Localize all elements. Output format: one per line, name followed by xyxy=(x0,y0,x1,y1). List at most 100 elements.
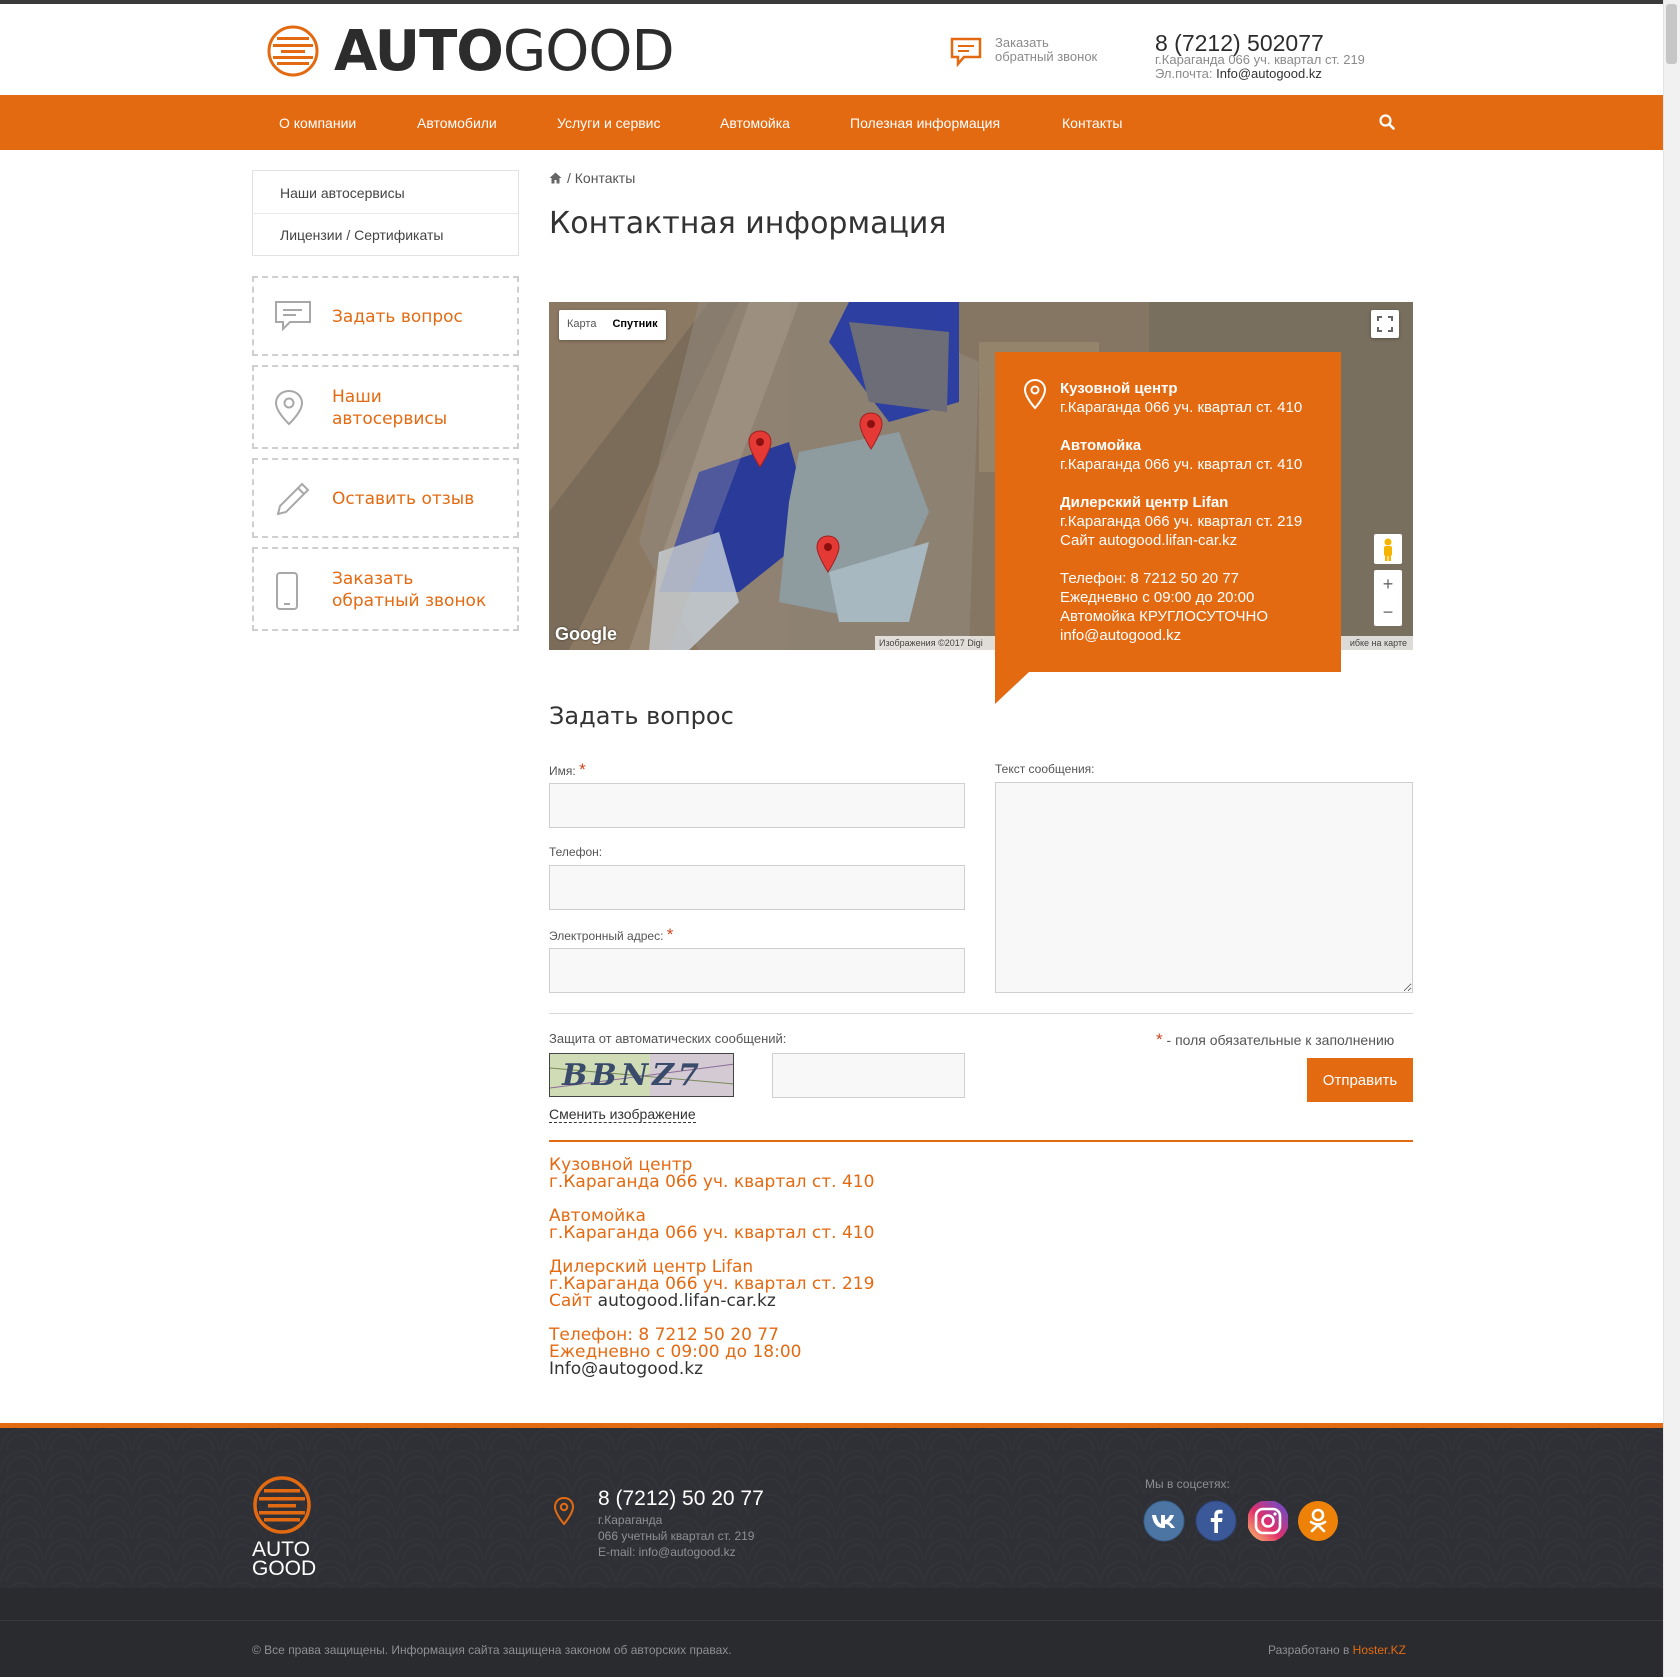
map-marker-icon[interactable] xyxy=(859,412,883,450)
facebook-icon[interactable] xyxy=(1195,1500,1237,1542)
footer-street: 066 учетный квартал ст. 219 xyxy=(598,1529,755,1543)
odnoklassniki-icon[interactable] xyxy=(1297,1500,1339,1542)
breadcrumb-separator: / xyxy=(567,170,575,186)
dealer-site-link[interactable]: autogood.lifan-car.kz xyxy=(598,1291,776,1311)
nav-item-about[interactable]: О компании xyxy=(279,115,356,131)
vk-icon[interactable] xyxy=(1143,1500,1185,1542)
sidebar-box-label: Заказать обратный звонок xyxy=(332,568,486,612)
callback-link[interactable]: Заказать обратный звонок xyxy=(995,36,1097,64)
map-type-map[interactable]: Карта xyxy=(559,310,604,340)
footer-developer: Разработано в Hoster.KZ xyxy=(1268,1643,1406,1657)
footer-logo-text[interactable]: AUTO GOOD xyxy=(252,1539,316,1579)
zoom-in-button[interactable]: + xyxy=(1374,570,1402,598)
info-email-link[interactable]: info@autogood.kz xyxy=(1060,627,1181,644)
required-star: * xyxy=(579,760,586,779)
form-title: Задать вопрос xyxy=(549,702,734,730)
sidebar-box-request-callback[interactable]: Заказать обратный звонок xyxy=(252,547,519,631)
sidebar-divider xyxy=(253,213,518,214)
info-dealer-name: Дилерский центр Lifan xyxy=(1060,494,1229,511)
map-type-satellite[interactable]: Спутник xyxy=(604,310,665,340)
map-zoom-controls: + − xyxy=(1374,570,1402,626)
sidebar-box-label-line1: Наши xyxy=(332,387,382,407)
callback-line2: обратный звонок xyxy=(995,49,1098,64)
sidebar-item-autoservices[interactable]: Наши автосервисы xyxy=(280,185,405,201)
sidebar-item-licenses[interactable]: Лицензии / Сертификаты xyxy=(280,227,443,243)
logo-icon[interactable] xyxy=(267,25,319,77)
footer-email[interactable]: E-mail: info@autogood.kz xyxy=(598,1544,754,1560)
logo-good-text: GOOD xyxy=(502,19,675,84)
info-body-center-name: Кузовной центр xyxy=(1060,380,1178,397)
sidebar-box-leave-review[interactable]: Оставить отзыв xyxy=(252,458,519,538)
sidebar-box-label: Наши автосервисы xyxy=(332,386,447,430)
email-input[interactable] xyxy=(549,948,965,993)
captcha-text: BBNZ7 xyxy=(562,1058,703,1093)
form-divider xyxy=(549,1013,1413,1014)
email-label-text: Электронный адрес: xyxy=(549,929,664,943)
breadcrumb: / Контакты xyxy=(567,170,635,186)
instagram-icon[interactable] xyxy=(1247,1500,1289,1542)
footer-logo-icon[interactable] xyxy=(252,1475,312,1535)
body-center-address: г.Караганда 066 уч. квартал ст. 410 xyxy=(549,1172,875,1192)
main-nav: О компании Автомобили Услуги и сервис Ав… xyxy=(0,95,1663,150)
home-icon[interactable] xyxy=(549,172,562,184)
required-note: * - поля обязательные к заполнению xyxy=(1156,1030,1394,1050)
captcha-label: Защита от автоматических сообщений: xyxy=(549,1031,787,1046)
location-pin-icon xyxy=(553,1496,575,1526)
phone-label: Телефон: xyxy=(549,845,603,859)
nav-item-useful-info[interactable]: Полезная информация xyxy=(850,115,1000,131)
logo-wordmark[interactable]: AUTOGOOD xyxy=(334,19,675,84)
sidebar-box-ask-question[interactable]: Задать вопрос xyxy=(252,276,519,356)
location-pin-icon xyxy=(1023,378,1047,410)
contacts-email[interactable]: Info@autogood.kz xyxy=(549,1361,801,1378)
required-star: * xyxy=(1156,1030,1163,1049)
sidebar-box-our-services[interactable]: Наши автосервисы xyxy=(252,365,519,449)
map-marker-icon[interactable] xyxy=(816,535,840,573)
zoom-out-button[interactable]: − xyxy=(1374,598,1402,626)
message-label: Текст сообщения: xyxy=(995,762,1095,776)
submit-button[interactable]: Отправить xyxy=(1307,1058,1413,1102)
top-border xyxy=(0,0,1663,4)
nav-item-services[interactable]: Услуги и сервис xyxy=(557,115,660,131)
header-address: г.Караганда 066 уч. квартал ст. 219 xyxy=(1155,52,1365,67)
fullscreen-icon[interactable] xyxy=(1371,310,1399,338)
info-phone: Телефон: 8 7212 50 20 77 xyxy=(1060,570,1239,587)
phone-input[interactable] xyxy=(549,865,965,910)
map-marker-icon[interactable] xyxy=(748,430,772,468)
footer-city: г.Караганда xyxy=(598,1513,663,1527)
map-info-card: Кузовной центр г.Караганда 066 уч. кварт… xyxy=(995,352,1341,672)
info-hours: Ежедневно с 09:00 до 20:00 xyxy=(1060,589,1255,606)
scrollbar-thumb[interactable] xyxy=(1666,4,1677,64)
info-card-tail xyxy=(995,672,1029,704)
breadcrumb-current: Контакты xyxy=(574,170,636,186)
footer-copyright: © Все права защищены. Информация сайта з… xyxy=(252,1643,732,1657)
location-pin-icon xyxy=(274,389,304,426)
developer-link[interactable]: Hoster.KZ xyxy=(1353,1643,1406,1657)
contacts-divider xyxy=(549,1140,1413,1142)
message-textarea[interactable] xyxy=(995,782,1413,993)
required-note-text: - поля обязательные к заполнению xyxy=(1162,1032,1395,1048)
captcha-input[interactable] xyxy=(772,1053,965,1098)
header-contacts: г.Караганда 066 уч. квартал ст. 219 Эл.п… xyxy=(1155,53,1365,81)
sidebar-menu: Наши автосервисы Лицензии / Сертификаты xyxy=(252,170,519,256)
captcha-image: BBNZ7 xyxy=(549,1053,734,1097)
nav-item-contacts[interactable]: Контакты xyxy=(1062,115,1122,131)
info-carwash-name: Автомойка xyxy=(1060,437,1142,454)
info-email: info@autogood.kz xyxy=(1060,626,1181,645)
search-icon[interactable] xyxy=(1378,113,1396,131)
change-captcha-link[interactable]: Сменить изображение xyxy=(549,1106,696,1123)
callback-chat-icon[interactable] xyxy=(950,37,982,67)
map-report-link[interactable]: ибке на карте xyxy=(1350,636,1407,650)
header-email[interactable]: Info@autogood.kz xyxy=(1216,66,1322,81)
contact-body-center: Кузовной центр г.Караганда 066 уч. кварт… xyxy=(549,1157,874,1191)
footer-phone[interactable]: 8 (7212) 50 20 77 xyxy=(598,1487,764,1511)
nav-item-cars[interactable]: Автомобили xyxy=(417,115,497,131)
contact-phone-hours: Телефон: 8 7212 50 20 77 Ежедневно с 09:… xyxy=(549,1327,801,1378)
nav-item-carwash[interactable]: Автомойка xyxy=(720,115,790,131)
carwash-address: г.Караганда 066 уч. квартал ст. 410 xyxy=(549,1223,875,1243)
window-scrollbar[interactable] xyxy=(1663,0,1680,1677)
contact-dealer: Дилерский центр Lifan г.Караганда 066 уч… xyxy=(549,1259,874,1310)
info-site-link[interactable]: autogood.lifan-car.kz xyxy=(1099,532,1237,549)
name-input[interactable] xyxy=(549,783,965,828)
sidebar-box-label: Задать вопрос xyxy=(332,307,463,327)
street-view-pegman-icon[interactable] xyxy=(1374,534,1402,564)
